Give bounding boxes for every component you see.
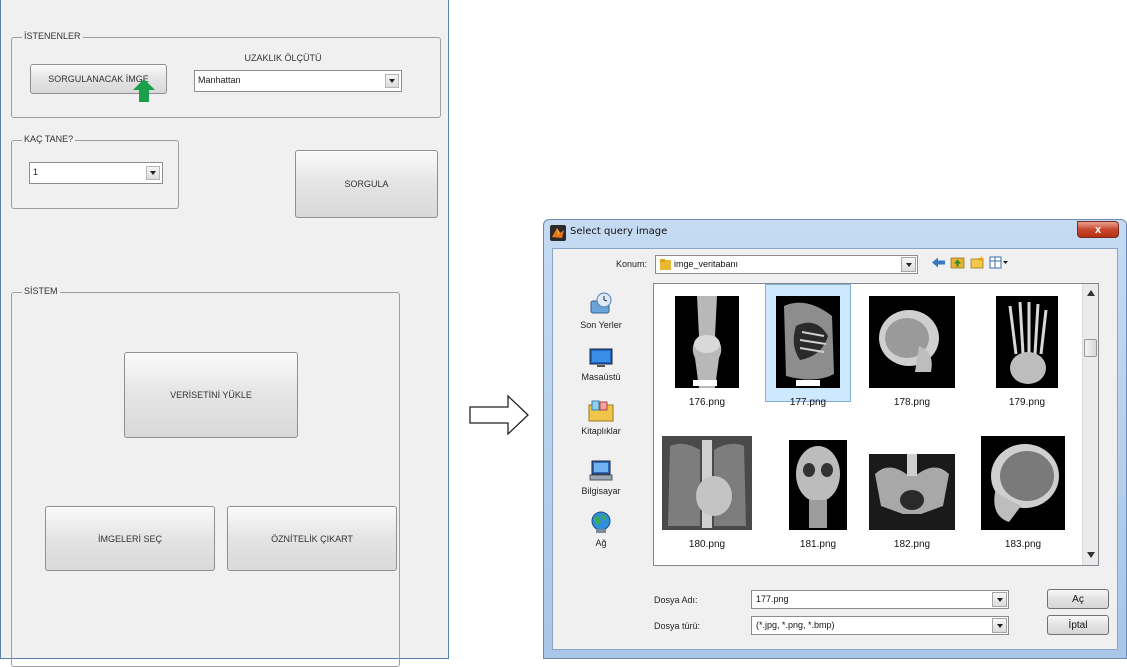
load-dataset-button[interactable]: VERİSETİNİ YÜKLE (124, 352, 298, 438)
xray-thumbnail-icon (662, 436, 752, 530)
place-computer[interactable]: Bilgisayar (557, 459, 645, 496)
desktop-icon (589, 348, 613, 367)
places-bar: Son Yerler Masaüstü Kitaplıklar Bilgisay… (557, 283, 645, 573)
file-item-176[interactable]: 176.png (664, 296, 750, 408)
sistem-panel: SİSTEM (11, 286, 400, 667)
filetype-select[interactable]: (*.jpg, *.png, *.bmp) (751, 616, 1009, 635)
count-select[interactable]: 1 (29, 162, 163, 184)
place-desktop[interactable]: Masaüstü (557, 347, 645, 382)
file-name: 180.png (688, 539, 726, 550)
file-name: 181.png (799, 539, 837, 550)
filename-input[interactable]: 177.png (751, 590, 1009, 609)
place-desktop-label: Masaüstü (581, 372, 621, 382)
extract-features-button[interactable]: ÖZNİTELİK ÇIKART (227, 506, 397, 571)
matlab-gui-window: İSTENENLER SORGULANACAK İMGE UZAKLIK ÖLÇ… (0, 0, 449, 667)
chevron-down-icon[interactable] (385, 74, 399, 88)
file-open-dialog: Select query image x Konum: imge_veritab… (543, 219, 1127, 659)
vertical-scrollbar[interactable] (1082, 284, 1098, 565)
scroll-up-icon[interactable] (1087, 290, 1095, 296)
close-icon: x (1094, 223, 1102, 236)
chevron-down-icon[interactable] (992, 592, 1007, 607)
up-folder-icon[interactable] (950, 256, 965, 269)
place-libraries[interactable]: Kitaplıklar (557, 399, 645, 436)
filename-label: Dosya Adı: (654, 595, 698, 605)
chevron-down-icon[interactable] (992, 618, 1007, 633)
place-network[interactable]: Ağ (557, 509, 645, 548)
new-folder-icon[interactable] (970, 256, 985, 269)
file-name: 179.png (1008, 397, 1046, 408)
sistem-panel-title: SİSTEM (22, 286, 60, 296)
matlab-app-icon (550, 225, 566, 241)
open-button[interactable]: Aç (1047, 589, 1109, 609)
location-select[interactable]: imge_veritabanı (655, 255, 918, 274)
folder-icon (660, 259, 671, 270)
file-item-178[interactable]: 178.png (869, 296, 955, 408)
right-arrow-icon (469, 394, 529, 436)
dialog-body: Konum: imge_veritabanı Son Yerler Masaüs… (552, 248, 1118, 650)
filename-value: 177.png (756, 594, 789, 604)
libraries-icon (588, 400, 614, 422)
count-select-value: 1 (33, 167, 39, 177)
scrollbar-thumb[interactable] (1084, 339, 1097, 357)
chevron-down-icon[interactable] (146, 166, 160, 180)
xray-thumbnail-icon (869, 296, 955, 388)
close-button[interactable]: x (1077, 221, 1119, 238)
location-label: Konum: (615, 259, 647, 269)
file-name: 176.png (688, 397, 726, 408)
file-item-177[interactable]: 177.png (765, 284, 851, 408)
file-item-183[interactable]: 183.png (980, 436, 1066, 550)
back-icon[interactable] (931, 256, 946, 269)
xray-thumbnail-icon (869, 454, 955, 530)
cursor-up-arrow-icon (133, 79, 155, 102)
kac-tane-panel-title: KAÇ TANE? (22, 134, 76, 144)
istenenler-panel-title: İSTENENLER (22, 31, 83, 41)
xray-thumbnail-icon (789, 440, 847, 530)
filetype-label: Dosya türü: (654, 621, 701, 631)
computer-icon (589, 460, 613, 481)
xray-thumbnail-icon (776, 296, 840, 388)
distance-label: UZAKLIK ÖLÇÜTÜ (244, 53, 322, 63)
file-item-181[interactable]: 181.png (775, 440, 861, 550)
network-icon (591, 511, 611, 533)
chevron-down-icon[interactable] (901, 257, 916, 272)
dialog-title: Select query image (570, 226, 668, 237)
xray-thumbnail-icon (996, 296, 1058, 388)
place-computer-label: Bilgisayar (581, 486, 621, 496)
file-item-180[interactable]: 180.png (662, 436, 752, 550)
file-name: 178.png (893, 397, 931, 408)
place-recent[interactable]: Son Yerler (557, 291, 645, 330)
file-item-182[interactable]: 182.png (869, 454, 955, 550)
scroll-down-icon[interactable] (1087, 552, 1095, 558)
distance-select-value: Manhattan (198, 75, 241, 85)
view-menu-icon[interactable] (989, 256, 1009, 269)
select-images-button[interactable]: İMGELERİ SEÇ (45, 506, 215, 571)
file-list-view[interactable]: 176.png 177.png 178.png 179.png 180.png … (653, 283, 1099, 566)
location-value: imge_veritabanı (674, 259, 739, 269)
cancel-button[interactable]: İptal (1047, 615, 1109, 635)
place-network-label: Ağ (595, 538, 607, 548)
filetype-value: (*.jpg, *.png, *.bmp) (756, 620, 835, 630)
file-item-179[interactable]: 179.png (984, 296, 1070, 408)
query-button[interactable]: SORGULA (295, 150, 438, 218)
file-name: 182.png (893, 539, 931, 550)
file-name: 183.png (1004, 539, 1042, 550)
file-name: 177.png (789, 397, 827, 408)
xray-thumbnail-icon (981, 436, 1065, 530)
xray-thumbnail-icon (675, 296, 739, 388)
place-recent-label: Son Yerler (580, 320, 622, 330)
place-libraries-label: Kitaplıklar (581, 426, 621, 436)
distance-select[interactable]: Manhattan (194, 70, 402, 92)
recent-places-icon (590, 292, 612, 314)
